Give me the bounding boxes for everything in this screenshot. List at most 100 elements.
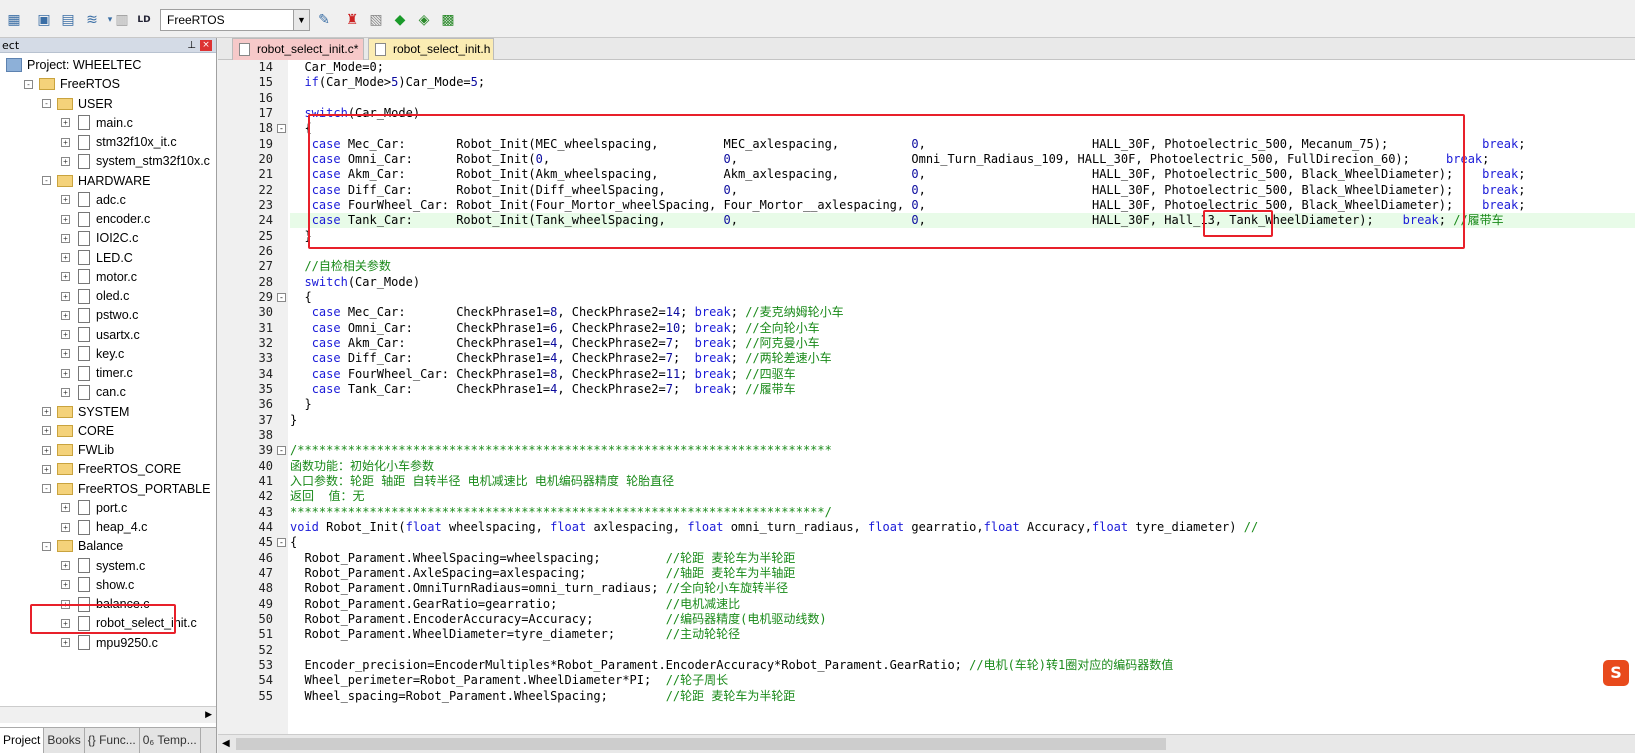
tree-file-item[interactable]: + adc.c — [61, 190, 126, 210]
debug-icon[interactable]: ◆ — [390, 10, 410, 30]
tree-file-item[interactable]: + system_stm32f10x.c — [61, 151, 210, 171]
expand-icon[interactable]: + — [42, 464, 51, 474]
code-line[interactable]: /***************************************… — [290, 443, 832, 458]
tree-file-item[interactable]: + main.c — [61, 113, 133, 133]
code-line[interactable]: case Mec_Car: Robot_Init(MEC_wheelspacin… — [290, 137, 1526, 152]
code-line[interactable]: case Tank_Car: CheckPhrase1=4, CheckPhra… — [290, 382, 796, 397]
target-select[interactable]: FreeRTOS ▼ — [160, 9, 310, 31]
pack-installer-icon[interactable]: ♜ — [342, 10, 362, 30]
expand-icon[interactable]: + — [42, 445, 51, 455]
expand-icon[interactable]: + — [61, 253, 70, 262]
code-line[interactable]: ****************************************… — [290, 505, 832, 520]
tree-file-item[interactable]: + system.c — [61, 556, 145, 576]
code-line[interactable]: //自检相关参数 — [290, 259, 390, 274]
expand-icon[interactable]: + — [61, 310, 70, 320]
fold-icon[interactable]: - — [277, 538, 286, 548]
tree-file-item[interactable]: + heap_4.c — [61, 517, 147, 537]
tree-file-item[interactable]: + timer.c — [61, 363, 133, 383]
tree-folder-item[interactable]: - HARDWARE — [42, 171, 150, 191]
tab-robot-select-init-h[interactable]: robot_select_init.h — [368, 38, 494, 60]
code-area[interactable]: 14 Car_Mode=0; 15 if(Car_Mode> 5)Car_Mode=… — [218, 60, 1635, 734]
tree-file-item[interactable]: + stm32f10x_it.c — [61, 132, 177, 152]
code-line[interactable]: 入口参数：轮距 轴距 自转半径 电机减速比 电机编码器精度 轮胎直径 — [290, 474, 674, 489]
tree-file-item[interactable]: + mpu9250.c — [61, 633, 158, 653]
code-line[interactable]: switch(Car_Mode) — [290, 106, 420, 121]
tab-templates[interactable]: 0₆ Temp... — [140, 728, 201, 753]
expand-icon[interactable]: + — [61, 561, 70, 570]
tab-books[interactable]: Books — [44, 728, 85, 753]
expand-icon[interactable]: + — [61, 599, 70, 609]
code-line[interactable]: case Diff_Car: CheckPhrase1=4, CheckPhra… — [290, 351, 832, 366]
options-icon[interactable]: ▣ — [34, 10, 54, 30]
code-line[interactable]: if(Car_Mode>5)Car_Mode=5; — [290, 75, 485, 90]
code-line[interactable]: Encoder_precision=EncoderMultiples*Robot… — [290, 658, 1173, 673]
tree-file-item[interactable]: + pstwo.c — [61, 305, 138, 325]
code-line[interactable]: { — [290, 535, 297, 550]
tree-project-item[interactable]: Project: WHEELTEC — [6, 55, 141, 75]
scrollbar-thumb[interactable] — [236, 738, 1166, 750]
collapse-icon[interactable]: - — [42, 99, 51, 108]
tree-file-item[interactable]: + port.c — [61, 498, 127, 518]
tree-file-item[interactable]: + show.c — [61, 575, 134, 595]
tree-folder-item[interactable]: - FreeRTOS — [24, 74, 120, 94]
tab-functions[interactable]: {} Func... — [85, 728, 140, 753]
expand-icon[interactable]: + — [61, 638, 70, 647]
expand-icon[interactable]: + — [42, 407, 51, 416]
tree-file-item[interactable]: + robot_select_init.c — [61, 613, 197, 633]
layers-icon[interactable]: ≋ — [82, 10, 102, 30]
code-line[interactable]: case Akm_Car: CheckPhrase1=4, CheckPhras… — [290, 336, 820, 351]
code-line[interactable]: case Mec_Car: CheckPhrase1=8, CheckPhras… — [290, 305, 844, 320]
expand-icon[interactable]: + — [61, 118, 70, 128]
expand-icon[interactable]: + — [61, 272, 70, 282]
code-line[interactable]: case Akm_Car: Robot_Init(Akm_wheelspacin… — [290, 167, 1526, 182]
code-line[interactable]: } — [290, 413, 297, 428]
expand-icon[interactable]: + — [61, 580, 70, 590]
components-icon[interactable]: ▧ — [366, 10, 386, 30]
tree-file-item[interactable]: + balance.c — [61, 594, 150, 614]
code-line[interactable]: Robot_Parament.EncoderAccuracy=Accuracy;… — [290, 612, 826, 627]
code-line[interactable]: case Omni_Car: Robot_Init(0, 0, Omni_Tur… — [290, 152, 1490, 167]
collapse-icon[interactable]: - — [42, 541, 51, 551]
tree-file-item[interactable]: + key.c — [61, 344, 124, 364]
code-line[interactable]: Robot_Parament.WheelDiameter=tyre_diamet… — [290, 627, 740, 642]
code-line[interactable]: switch(Car_Mode) — [290, 275, 420, 290]
code-line[interactable]: case Diff_Car: Robot_Init(Diff_wheelSpac… — [290, 183, 1526, 198]
editor-scrollbar[interactable]: ◀ — [218, 734, 1635, 753]
code-line[interactable]: case FourWheel_Car: CheckPhrase1=8, Chec… — [290, 367, 796, 382]
expand-icon[interactable]: + — [42, 426, 51, 436]
expand-icon[interactable]: + — [61, 503, 70, 513]
tree-file-item[interactable]: + motor.c — [61, 267, 137, 287]
code-line[interactable]: { — [290, 121, 311, 136]
settings-icon[interactable]: ◈ — [414, 10, 434, 30]
expand-icon[interactable]: + — [61, 349, 70, 359]
code-line[interactable]: Wheel_spacing=Robot_Parament.WheelSpacin… — [290, 689, 795, 704]
code-line[interactable]: 返回 值：无 — [290, 489, 364, 504]
expand-icon[interactable]: + — [61, 195, 70, 205]
manage-icon[interactable]: ▤ — [58, 10, 78, 30]
tree-file-item[interactable]: + oled.c — [61, 286, 129, 306]
code-line[interactable]: } — [290, 229, 311, 244]
arrow-right-icon[interactable]: ▶ — [205, 710, 212, 720]
expand-icon[interactable]: + — [61, 368, 70, 378]
code-line[interactable]: Car_Mode=0; — [290, 60, 383, 75]
expand-icon[interactable]: + — [61, 387, 70, 397]
code-line[interactable]: 函数功能：初始化小车参数 — [290, 459, 434, 474]
code-line[interactable]: Robot_Parament.WheelSpacing=wheelspacing… — [290, 551, 795, 566]
books-icon[interactable]: ▩ — [438, 10, 458, 30]
expand-icon[interactable]: + — [61, 330, 70, 339]
tree-file-item[interactable]: + usartx.c — [61, 325, 140, 345]
collapse-icon[interactable]: - — [42, 176, 51, 185]
fold-icon[interactable]: - — [277, 446, 286, 456]
collapse-icon[interactable]: - — [42, 484, 51, 493]
code-line[interactable]: void Robot_Init(float wheelspacing, floa… — [290, 520, 1258, 535]
expand-icon[interactable]: + — [61, 233, 70, 243]
tree-folder-item[interactable]: - USER — [42, 94, 113, 114]
expand-icon[interactable]: + — [61, 291, 70, 301]
expand-icon[interactable]: + — [61, 522, 70, 532]
chevron-down-icon[interactable]: ▼ — [293, 10, 309, 30]
collapse-icon[interactable]: - — [24, 79, 33, 89]
expand-icon[interactable]: + — [61, 618, 70, 628]
tree-folder-item[interactable]: - Balance — [42, 536, 123, 556]
tree-folder-item[interactable]: + SYSTEM — [42, 402, 129, 422]
tree-folder-item[interactable]: - FreeRTOS_PORTABLE — [42, 479, 210, 499]
